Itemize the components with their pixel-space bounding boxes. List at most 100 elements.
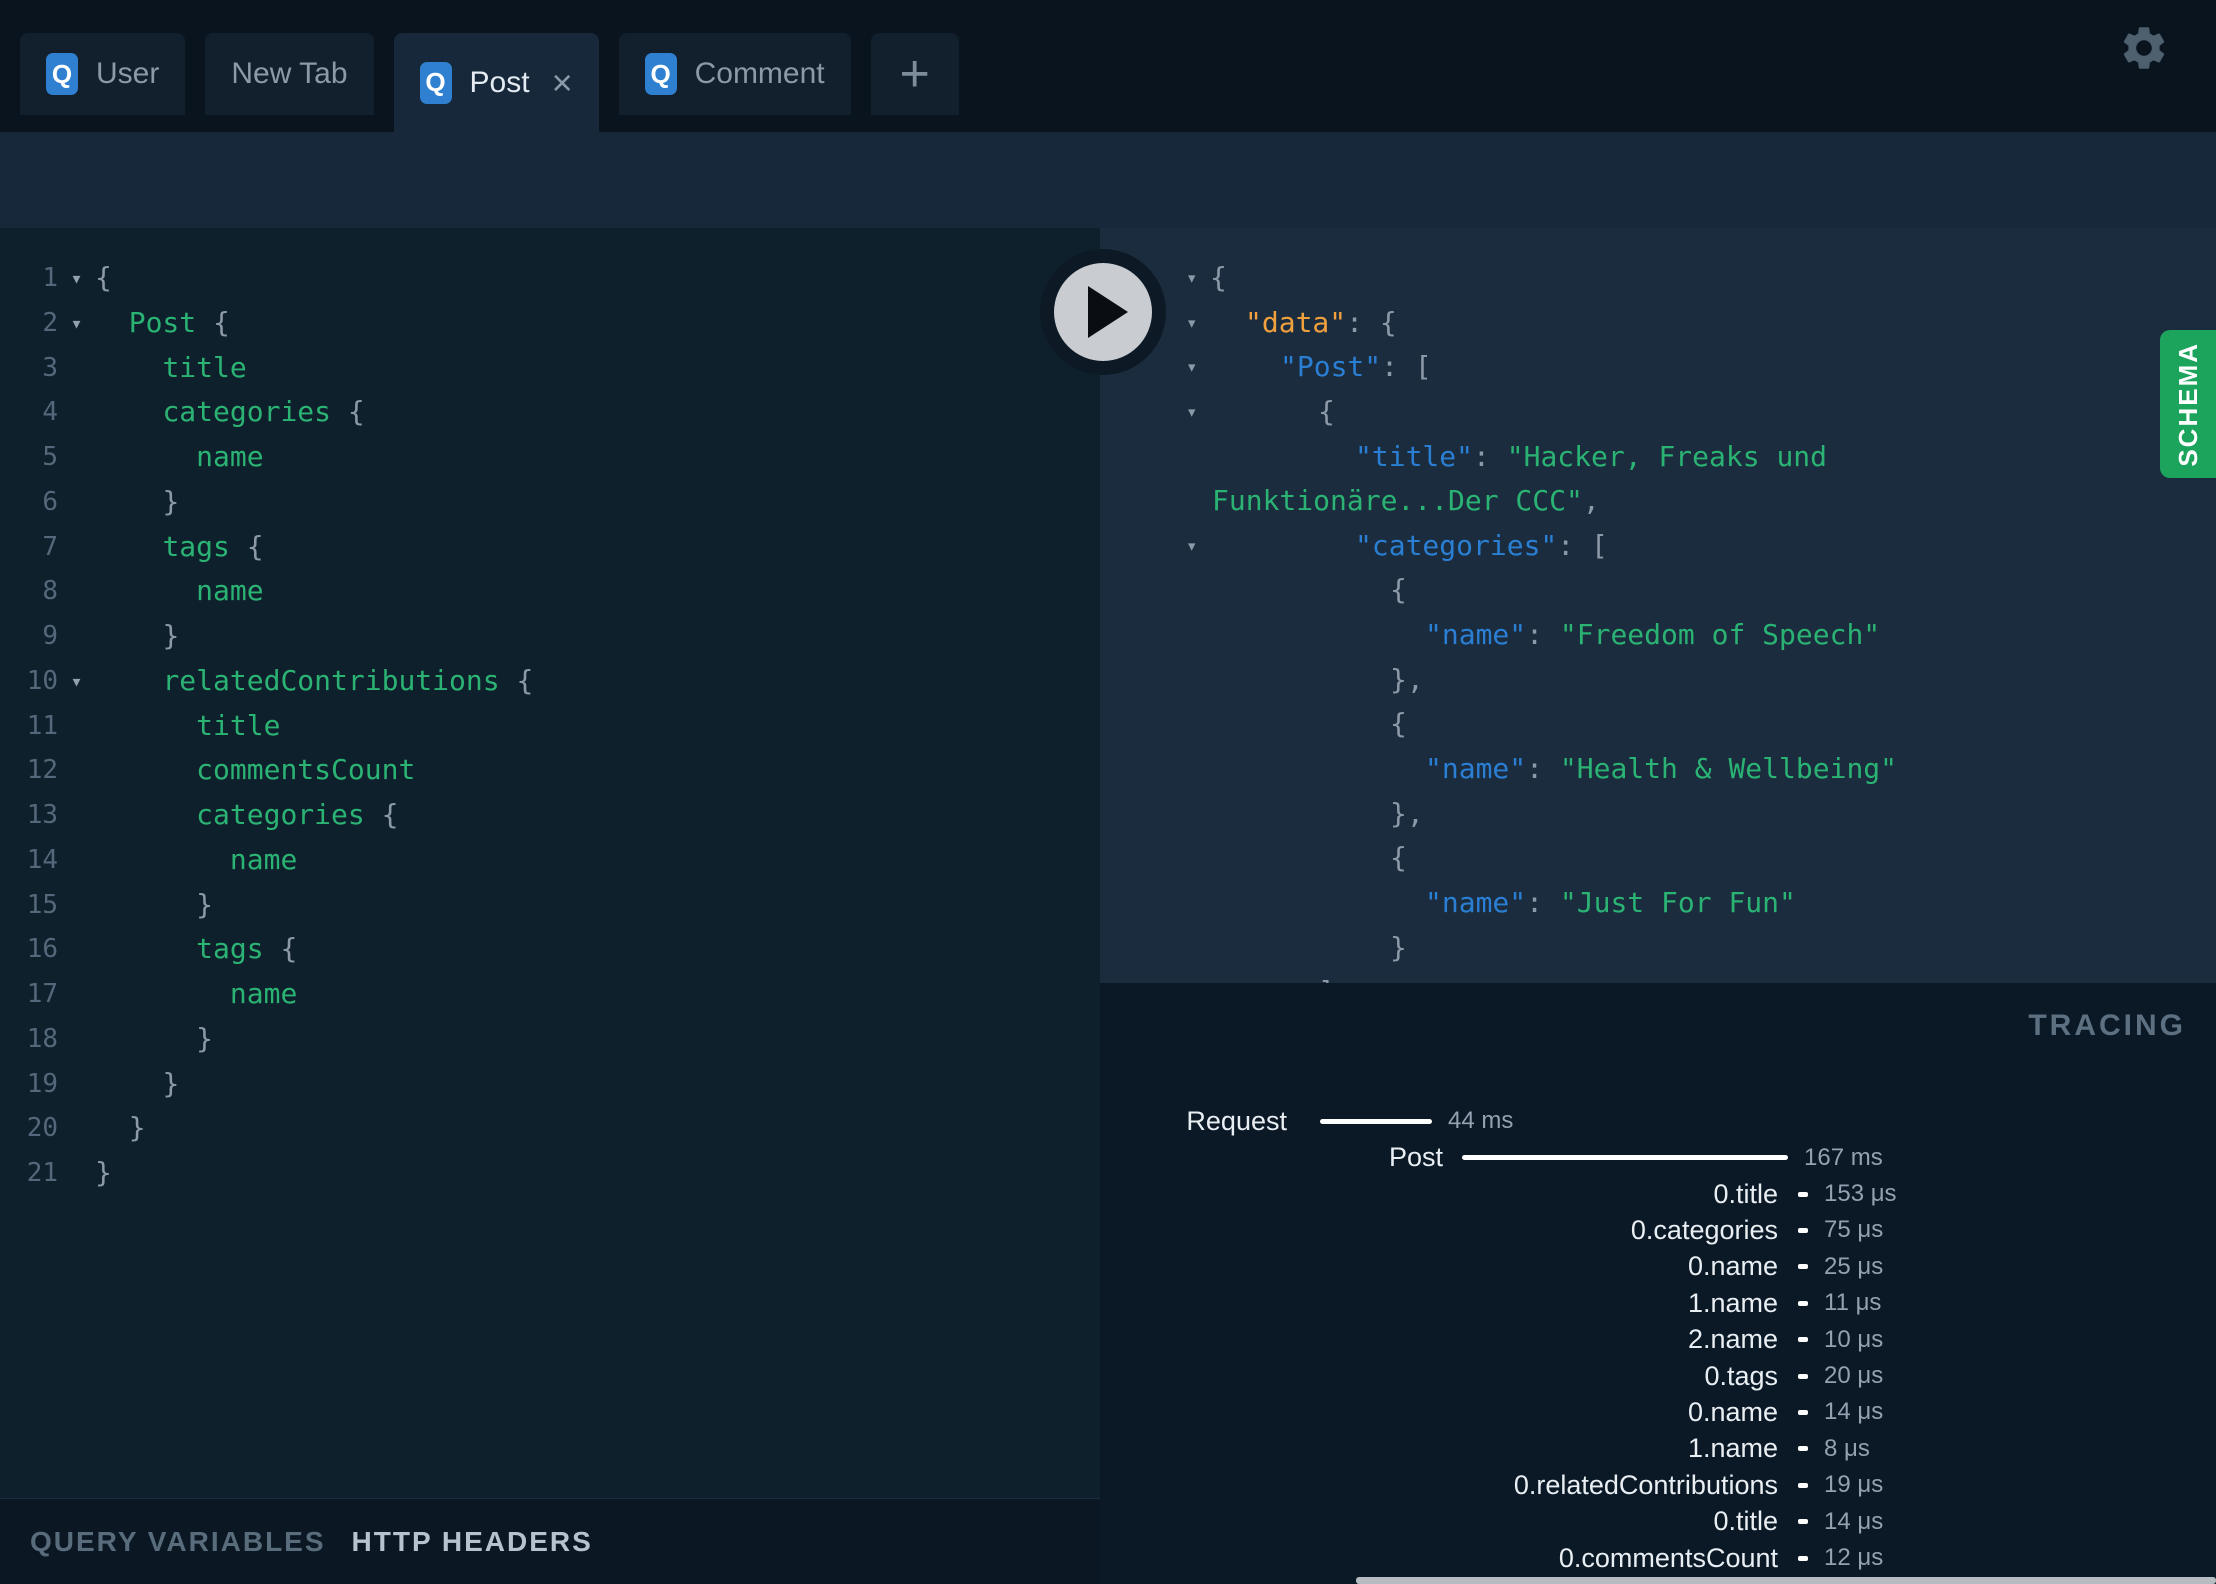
toolbar: PRETTIFY HISTORY ↺ COPY CURL SHARE PLAYG… <box>0 132 2216 344</box>
close-tab-icon[interactable]: × <box>552 64 573 101</box>
line-number: 12 <box>26 755 58 786</box>
tracing-value: 167 ms <box>1804 1143 1883 1171</box>
query-variables-tab[interactable]: QUERY VARIABLES <box>30 1526 326 1558</box>
line-number: 14 <box>26 844 58 875</box>
editor-line: 5 name <box>0 435 1100 480</box>
duration-bar <box>1462 1155 1788 1161</box>
code-text: } <box>162 484 180 518</box>
response-line: ▾ "data": { <box>1100 301 2216 346</box>
tracing-row: 0.categories 75 μs <box>1100 1212 2216 1248</box>
tracing-row: Request 44 ms <box>1100 1103 2216 1139</box>
fold-arrow-icon[interactable]: ▾ <box>1186 390 1197 435</box>
code-text: name <box>196 440 264 473</box>
line-number: 7 <box>42 531 58 562</box>
tracing-toggle[interactable]: TRACING <box>2028 1009 2186 1043</box>
response-line: { <box>1100 836 2216 881</box>
tracing-value: 44 ms <box>1448 1107 1514 1135</box>
tracing-label: 1.name <box>1687 1287 1778 1318</box>
schema-tab-label: SCHEMA <box>2172 341 2203 467</box>
fold-arrow-icon[interactable]: ▾ <box>1186 301 1197 346</box>
editor-line: 4 categories { <box>0 390 1100 435</box>
line-number: 18 <box>26 1023 58 1054</box>
response-line: "name": "Freedom of Speech" <box>1100 613 2216 658</box>
response-line: "title": "Hacker, Freaks und <box>1100 435 2216 480</box>
tracing-value: 75 μs <box>1824 1216 1884 1244</box>
response-line: ▾{ <box>1100 256 2216 301</box>
code-text: } <box>95 1156 112 1189</box>
response-text: { <box>1390 841 1407 875</box>
code-text: tags { <box>196 932 298 966</box>
tracing-label: 1.name <box>1687 1433 1778 1464</box>
line-number: 13 <box>26 800 58 830</box>
fold-arrow-icon[interactable]: ▾ <box>58 659 95 704</box>
tracing-label: 0.tags <box>1704 1360 1778 1391</box>
code-text: title <box>162 350 247 384</box>
duration-tick <box>1798 1300 1808 1306</box>
response-text: { <box>1318 394 1335 428</box>
editor-line: 11 title <box>0 704 1100 749</box>
tracing-label: 0.name <box>1687 1396 1778 1427</box>
tab-list: Q User New Tab Q Post × Q Comment + <box>20 33 959 132</box>
code-text: name <box>196 574 264 608</box>
tracing-row: 0.title 14 μs <box>1100 1503 2216 1539</box>
http-headers-tab[interactable]: HTTP HEADERS <box>352 1526 593 1558</box>
tab-label: Post <box>469 65 530 99</box>
editor-line: 12 commentsCount <box>0 748 1100 793</box>
tab-user[interactable]: Q User <box>20 33 186 115</box>
tracing-row: 0.relatedContributions 19 μs <box>1100 1467 2216 1503</box>
line-number: 10 <box>26 665 58 696</box>
tracing-panel: TRACING Request 44 ms Post 167 ms 0.title 153… <box>1100 983 2216 1584</box>
fold-arrow-icon[interactable]: ▾ <box>58 256 95 301</box>
response-text: { <box>1390 707 1407 741</box>
line-number: 1 <box>42 263 58 293</box>
tab-comment[interactable]: Q Comment <box>618 33 851 115</box>
tracing-row: 0.name 25 μs <box>1100 1249 2216 1285</box>
fold-arrow-icon[interactable]: ▾ <box>58 301 95 346</box>
tracing-value: 19 μs <box>1824 1471 1884 1499</box>
line-number: 3 <box>42 352 58 383</box>
schema-side-tab[interactable]: SCHEMA <box>2160 330 2216 478</box>
tab-post[interactable]: Q Post × <box>393 33 599 132</box>
tracing-row: 0.title 153 μs <box>1100 1176 2216 1212</box>
tracing-row: 0.commentsCount 12 μs <box>1100 1540 2216 1576</box>
tracing-label: 0.title <box>1713 1178 1778 1209</box>
add-tab-button[interactable]: + <box>870 33 959 115</box>
duration-tick <box>1798 1191 1808 1197</box>
code-text: { <box>95 261 112 294</box>
line-number: 8 <box>42 576 58 607</box>
line-number: 5 <box>42 442 58 472</box>
tracing-value: 10 μs <box>1824 1325 1884 1353</box>
tracing-label: 0.commentsCount <box>1558 1542 1778 1573</box>
line-number: 17 <box>26 979 58 1009</box>
tracing-label: 2.name <box>1687 1324 1778 1355</box>
horizontal-scrollbar[interactable] <box>1356 1577 2216 1584</box>
tracing-label: Post <box>1388 1142 1443 1173</box>
editor-line: 8 name <box>0 569 1100 614</box>
tracing-row: 2.name 10 μs <box>1100 1321 2216 1357</box>
editor-line: 17 name <box>0 972 1100 1017</box>
response-text: ] <box>1318 970 1335 983</box>
fold-arrow-icon[interactable]: ▾ <box>1186 524 1197 569</box>
tracing-value: 20 μs <box>1824 1362 1884 1390</box>
editor-line: 2 ▾ Post { <box>0 301 1100 346</box>
fold-arrow-icon[interactable]: ▾ <box>1186 345 1197 390</box>
line-number: 21 <box>26 1158 58 1188</box>
response-text: }, <box>1390 796 1424 830</box>
query-editor-pane[interactable]: 1 ▾{2 ▾ Post {3 title 4 categories {5 name 6} 7 ta… <box>0 228 1100 1498</box>
tab-label: New Tab <box>231 57 348 90</box>
tab-new-tab[interactable]: New Tab <box>205 33 374 115</box>
fold-arrow-icon[interactable]: ▾ <box>1186 256 1197 301</box>
response-text: "Post": [ <box>1280 350 1432 384</box>
execute-query-button[interactable] <box>1040 249 1166 375</box>
query-type-badge: Q <box>419 61 452 104</box>
settings-gear-icon[interactable] <box>2118 22 2170 74</box>
response-text: "name": "Health & Wellbeing" <box>1425 752 1898 786</box>
tracing-value: 14 μs <box>1824 1507 1884 1535</box>
